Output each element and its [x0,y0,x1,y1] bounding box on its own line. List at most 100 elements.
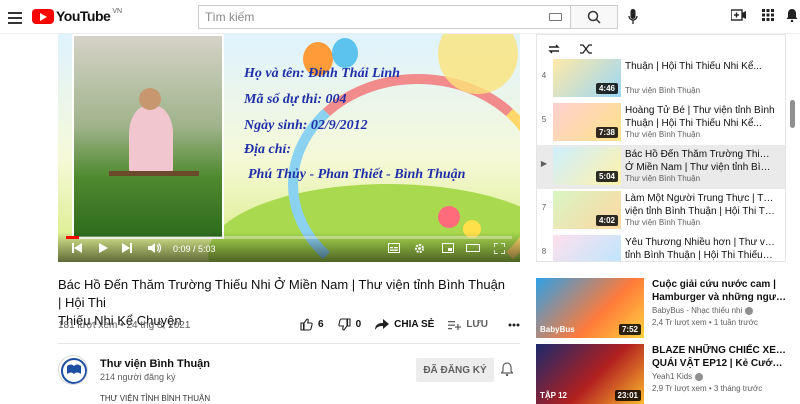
duration-badge: 5:04 [595,171,618,182]
save-button[interactable]: LƯU [448,319,488,330]
share-icon [375,319,390,330]
keyboard-icon[interactable] [549,13,562,21]
progress-fill [66,236,80,239]
share-button[interactable]: CHIA SẺ [375,319,434,330]
search-icon [587,10,601,24]
search-box: Tìm kiếm [198,5,618,29]
subtitles-icon[interactable] [388,243,400,253]
recommended-channel-name: BabyBus - Nhạc thiếu nhi [652,306,743,315]
recommended-thumbnail[interactable]: BabyBus 7:52 [536,278,644,338]
recommended-video[interactable]: BabyBus 7:52 Cuộc giải cứu nước cam | Hambu… [536,278,786,338]
playlist-item[interactable]: 8 Yêu Thương Nhiều hơn | Thư viện tỉnh Bìn… [537,233,785,261]
fullscreen-icon[interactable] [494,243,505,254]
notifications-icon[interactable] [786,8,798,27]
playlist-item-thumbnail[interactable]: 4:46 [553,59,621,97]
microphone-icon[interactable] [628,9,638,30]
playlist-item-title[interactable]: Bác Hồ Đến Thăm Trường Thiếu Nhi Ở Miền N… [625,148,775,174]
thumbs-up-icon [300,318,313,331]
settings-icon[interactable] [414,243,425,254]
recommended-title-line1: BLAZE NHỮNG CHIẾC XE TẢI [652,345,786,356]
shuffle-icon[interactable] [579,43,593,55]
playlist-item[interactable]: 4 4:46 Thuận | Hội Thi Thiếu Nhi Kể... Thư … [537,57,785,101]
recommended-stats: 2,9 Tr lượt xem • 3 tháng trước [652,384,763,393]
play-icon[interactable] [98,243,108,253]
playlist-item-title-line2: tỉnh Bình Thuận | Hội Thi Thiếu Nhi... [625,250,775,261]
divider [58,343,520,344]
playlist-item-title[interactable]: Làm Một Người Trung Thực | Thư viện tỉnh … [625,192,775,218]
video-title-line1: Bác Hồ Đến Thăm Trường Thiếu Nhi Ở Miền … [58,277,506,310]
library-logo-icon [61,358,87,384]
recommended-channel[interactable]: Yeah1 Kids [652,372,704,381]
volume-icon[interactable] [148,243,161,253]
next-icon[interactable] [122,243,132,253]
recommended-thumbnail[interactable]: TẬP 12 23:01 [536,344,644,404]
playlist-item-title[interactable]: Thuận | Hội Thi Thiếu Nhi Kể... [625,60,775,73]
contestant-photo [72,34,224,239]
playlist-item-thumbnail[interactable]: 7:38 [553,103,621,141]
playlist-item-title[interactable]: Yêu Thương Nhiều hơn | Thư viện tỉnh Bình… [625,236,775,261]
playlist-item[interactable]: ▶ 5:04 Bác Hồ Đến Thăm Trường Thiếu Nhi Ở M… [537,145,785,189]
child-head [139,88,161,110]
description-preview: THƯ VIỆN TỈNH BÌNH THUẬN [100,394,211,403]
playlist-item[interactable]: 7 4:02 Làm Một Người Trung Thực | Thư viện … [537,189,785,233]
playlist-item-index: 4 [541,71,547,80]
child-figure [129,106,173,176]
logo-text: YouTube [56,8,111,24]
playlist-item-thumbnail[interactable]: 4:02 [553,191,621,229]
hamburger-icon[interactable] [8,11,22,24]
overlay-address-value: Phú Thủy - Phan Thiết - Bình Thuận [248,167,466,182]
overlay-name: Họ và tên: Đinh Thái Linh [244,66,400,81]
playlist-item-index: ▶ [540,159,548,168]
overlay-address-label: Địa chỉ: [244,142,292,157]
playlist-item-title[interactable]: Hoàng Tử Bé | Thư viện tỉnh Bình Thuận | … [625,104,775,130]
theater-mode-icon[interactable] [466,243,480,253]
verified-icon [695,372,704,381]
region-code: VN [112,7,123,15]
youtube-logo[interactable]: YouTube VN [32,8,122,24]
recommended-title[interactable]: Cuộc giải cứu nước cam | Hamburger và nhữ… [652,278,786,304]
search-input[interactable]: Tìm kiếm [198,5,570,29]
thumbnail-label: BabyBus [540,325,575,334]
add-to-playlist-icon [448,320,462,330]
subscribed-button[interactable]: ĐÃ ĐĂNG KÝ [416,358,494,382]
previous-icon[interactable] [72,243,82,253]
playlist-panel: 4 4:46 Thuận | Hội Thi Thiếu Nhi Kể... Thư … [536,34,786,262]
duration-badge: 23:01 [614,390,641,401]
progress-bar[interactable] [66,236,512,239]
overlay-dob: Ngày sinh: 02/9/2012 [244,118,368,133]
save-label: LƯU [466,319,488,330]
playlist-scrollbar[interactable] [790,100,795,128]
like-count: 6 [318,319,324,330]
playlist-item-thumbnail[interactable]: 5:04 [553,147,621,185]
video-player[interactable]: Họ và tên: Đinh Thái Linh Mã số dự thi: … [58,34,520,262]
more-actions-icon[interactable] [508,323,525,327]
apps-icon[interactable] [762,8,774,26]
balloon-graphic [332,38,358,68]
recommended-video[interactable]: TẬP 12 23:01 BLAZE NHỮNG CHIẾC XE TẢI QUÁI … [536,344,786,404]
playlist-item-channel: Thư viện Bình Thuận [625,218,701,227]
dislike-button[interactable]: 0 [337,318,362,331]
miniplayer-icon[interactable] [442,243,454,253]
create-video-icon[interactable] [730,8,747,27]
duration-badge: 4:02 [595,215,618,226]
channel-name[interactable]: Thư viện Bình Thuận [100,358,210,370]
player-controls: 0:09 / 5:03 [58,232,520,262]
playlist-item[interactable]: 5 7:38 Hoàng Tử Bé | Thư viện tỉnh Bình Thu… [537,101,785,145]
playlist-item-index: 8 [541,247,547,256]
channel-avatar[interactable] [58,355,88,385]
loop-icon[interactable] [547,43,561,55]
recommended-title[interactable]: BLAZE NHỮNG CHIẾC XE TẢI QUÁI VẬT EP12 | … [652,344,786,370]
subscriber-count: 214 người đăng ký [100,372,176,382]
dislike-count: 0 [355,319,362,330]
recommended-channel[interactable]: BabyBus - Nhạc thiếu nhi [652,306,754,315]
playlist-item-thumbnail[interactable] [553,235,621,261]
masthead: YouTube VN Tìm kiếm [0,0,800,34]
thumbnail-label: TẬP 12 [540,391,567,400]
search-button[interactable] [570,5,618,29]
like-button[interactable]: 6 [300,318,324,331]
verified-icon [745,306,754,315]
duration-badge: 7:52 [618,324,641,335]
flower-graphic [438,206,460,228]
notification-bell-icon[interactable] [500,362,514,381]
recommended-title-line1: Cuộc giải cứu nước cam | [652,279,776,290]
